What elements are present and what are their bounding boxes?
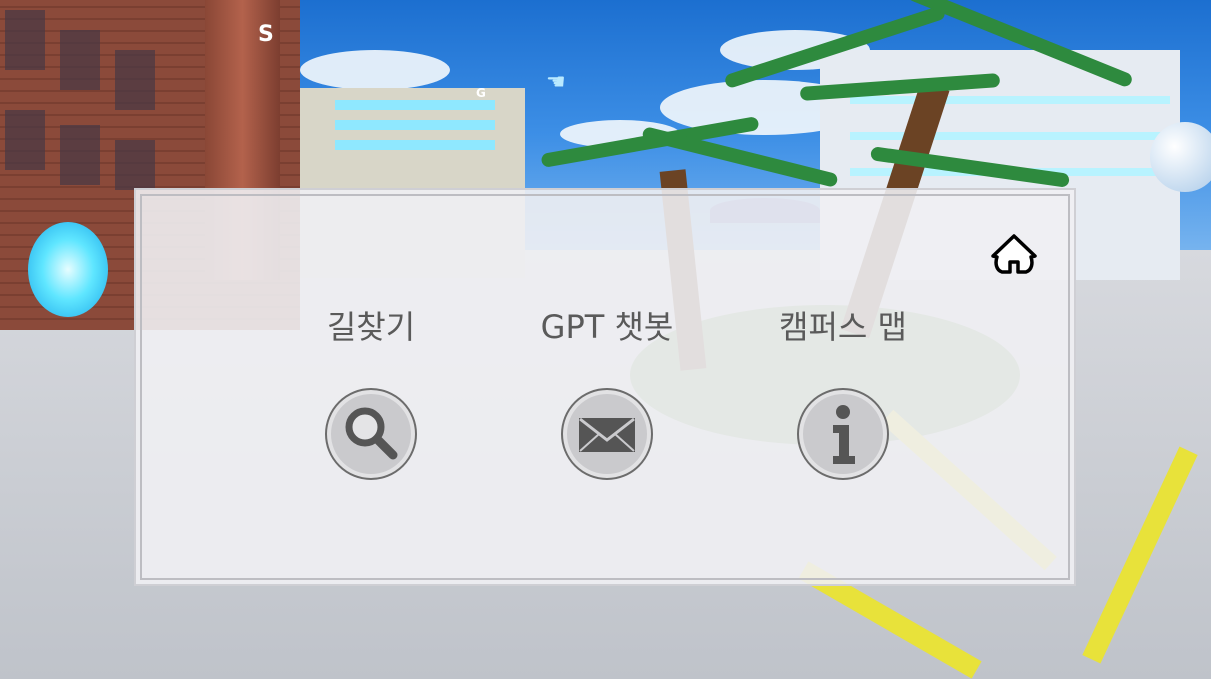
pointer-hand-icon: ☚ bbox=[546, 70, 566, 95]
window bbox=[115, 50, 155, 110]
home-icon bbox=[991, 234, 1037, 274]
search-icon bbox=[345, 407, 398, 460]
wayfinding-button[interactable] bbox=[325, 388, 417, 480]
campus-map-label[interactable]: 캠퍼스 맵 bbox=[733, 302, 953, 348]
gpt-chatbot-button[interactable] bbox=[561, 388, 653, 480]
building-stripe bbox=[335, 140, 495, 150]
wayfinding-label[interactable]: 길찾기 bbox=[261, 302, 481, 348]
gpt-chatbot-label[interactable]: GPT 챗봇 bbox=[497, 302, 717, 348]
campus-map-button[interactable] bbox=[797, 388, 889, 480]
menu-panel-border bbox=[140, 194, 1070, 580]
window bbox=[60, 30, 100, 90]
window bbox=[115, 140, 155, 190]
building-stripe bbox=[850, 132, 1170, 140]
cloud bbox=[300, 50, 450, 90]
tower-sign: S bbox=[258, 22, 274, 47]
window bbox=[5, 110, 45, 170]
building-stripe bbox=[850, 96, 1170, 104]
mail-icon bbox=[579, 417, 635, 452]
window bbox=[5, 10, 45, 70]
info-icon bbox=[833, 405, 855, 464]
building-sign: G bbox=[476, 86, 486, 100]
portal bbox=[28, 222, 108, 317]
home-button[interactable] bbox=[988, 230, 1040, 282]
building-stripe bbox=[335, 100, 495, 110]
menu-panel: 길찾기 GPT 챗봇 캠퍼스 맵 bbox=[134, 188, 1076, 586]
building-stripe bbox=[335, 120, 495, 130]
dome bbox=[1150, 122, 1211, 192]
window bbox=[60, 125, 100, 185]
